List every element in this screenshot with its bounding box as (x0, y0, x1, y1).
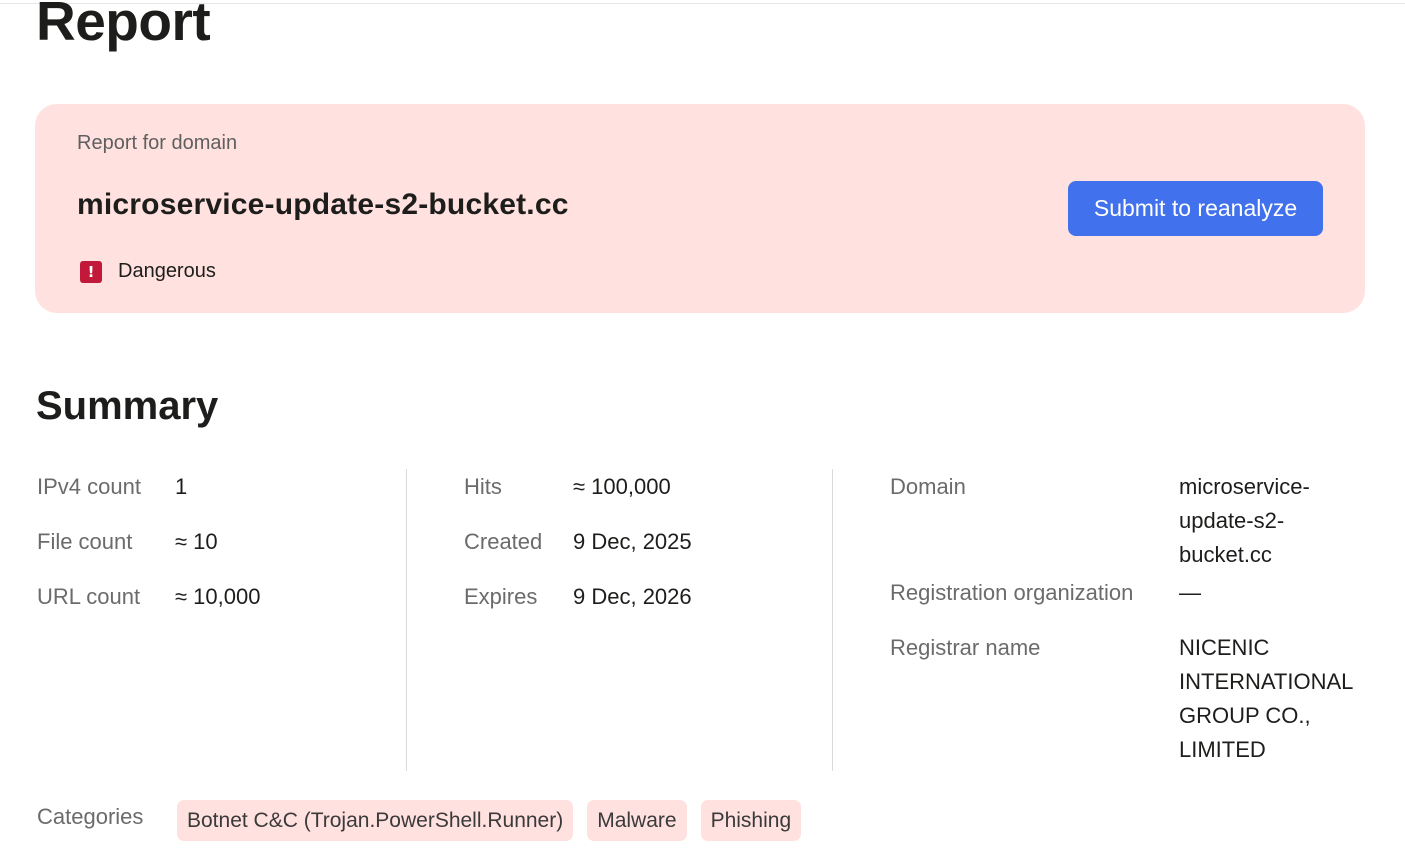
report-label: Report for domain (77, 132, 238, 154)
category-tag-phishing: Phishing (700, 800, 802, 841)
column-divider (406, 469, 407, 771)
category-tag-botnet: Botnet C&C (Trojan.PowerShell.Runner) (177, 800, 574, 841)
ipv4-count-label: IPv4 count (37, 474, 141, 499)
created-value: 9 Dec, 2025 (573, 529, 692, 554)
verdict-text: Dangerous (118, 260, 216, 282)
file-count-label: File count (37, 529, 133, 554)
category-tags: Botnet C&C (Trojan.PowerShell.Runner) Ma… (177, 800, 802, 841)
verdict-badge: ! Dangerous (80, 260, 216, 283)
report-domain: microservice-update-s2-bucket.cc (77, 188, 569, 221)
hits-label: Hits (464, 474, 502, 499)
ipv4-count-value: 1 (175, 474, 188, 499)
domain-label: Domain (890, 474, 966, 499)
page-title: Report (36, 0, 211, 52)
registration-organization-value: — (1179, 580, 1201, 605)
created-label: Created (464, 529, 543, 554)
expires-value: 9 Dec, 2026 (573, 584, 692, 609)
category-tag-malware: Malware (587, 800, 687, 841)
submit-reanalyze-button[interactable]: Submit to reanalyze (1068, 181, 1323, 236)
warning-square-icon: ! (80, 260, 102, 283)
registrar-name-label: Registrar name (890, 635, 1041, 660)
registrar-name-value: NICENIC INTERNATIONAL GROUP CO., LIMITED (1179, 635, 1353, 762)
column-divider (832, 469, 833, 771)
categories-label: Categories (37, 804, 144, 829)
registration-organization-label: Registration organization (890, 580, 1134, 605)
report-card: Report for domain microservice-update-s2… (35, 104, 1365, 313)
top-divider (0, 3, 1405, 4)
file-count-value: ≈ 10 (175, 529, 218, 554)
hits-value: ≈ 100,000 (573, 474, 671, 499)
summary-title: Summary (36, 384, 219, 428)
url-count-value: ≈ 10,000 (175, 584, 261, 609)
url-count-label: URL count (37, 584, 141, 609)
domain-value: microservice-update-s2-bucket.cc (1179, 474, 1310, 567)
expires-label: Expires (464, 584, 538, 609)
